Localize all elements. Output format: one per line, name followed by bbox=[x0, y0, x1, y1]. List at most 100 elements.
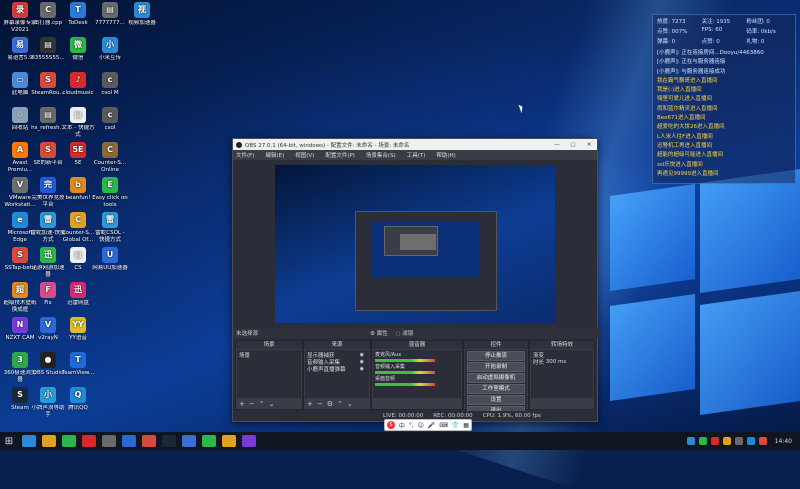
taskbar-app-icon[interactable] bbox=[142, 435, 156, 447]
eye-icon[interactable]: ◉ bbox=[360, 366, 364, 372]
settings-button[interactable]: 设置 bbox=[467, 395, 525, 405]
taskbar: ⊞ 14:40 bbox=[0, 432, 800, 450]
desktop-icon[interactable]: 微微信 bbox=[60, 37, 96, 62]
app-icon: S bbox=[40, 142, 56, 158]
menu-item[interactable]: 配置文件(P) bbox=[325, 151, 355, 159]
ime-button[interactable]: 🎤 bbox=[428, 422, 435, 429]
desktop-icon[interactable]: U 网易UU加速器 bbox=[92, 247, 128, 272]
eye-icon[interactable]: ◉ bbox=[360, 352, 364, 358]
desktop-icon[interactable]: b beanfun! bbox=[60, 177, 96, 202]
desktop-icon[interactable]: 迅迅雷网盘 bbox=[60, 282, 96, 307]
desktop-icon[interactable]: 视视频加速器 bbox=[124, 2, 160, 27]
app-icon: S bbox=[40, 72, 56, 88]
taskbar-app-icon[interactable] bbox=[22, 435, 36, 447]
remove-source-button[interactable]: − bbox=[317, 400, 323, 408]
desktop-icon[interactable]: 5E 5E bbox=[60, 142, 96, 167]
taskbar-app-icon[interactable] bbox=[162, 435, 176, 447]
tray-icon[interactable] bbox=[746, 437, 755, 445]
desktop-icon[interactable]: C Counter-S... Global Of... bbox=[60, 212, 96, 243]
taskbar-app-icon[interactable] bbox=[182, 435, 196, 447]
remove-scene-button[interactable]: − bbox=[249, 400, 255, 408]
taskbar-app-icon[interactable] bbox=[202, 435, 216, 447]
taskbar-app-icon[interactable] bbox=[242, 435, 256, 447]
scene-item[interactable]: 场景 bbox=[239, 351, 299, 359]
desktop-icon[interactable]: C Counter-S... Online bbox=[92, 142, 128, 173]
clock[interactable]: 14:40 bbox=[775, 438, 792, 445]
desktop-icon-label: 雷蛇CSOL - 快捷方式 bbox=[95, 230, 125, 243]
tray-icon[interactable] bbox=[698, 437, 707, 445]
desktop-icon[interactable]: c csol M bbox=[92, 72, 128, 97]
source-settings-icon[interactable]: ⚙ bbox=[327, 400, 333, 408]
desktop-icon-label: Counter-S... Online bbox=[93, 160, 127, 173]
volume-meter[interactable] bbox=[375, 359, 435, 362]
tray-icon[interactable] bbox=[722, 437, 731, 445]
desktop-icon[interactable]: E Easy click on tools bbox=[92, 177, 128, 208]
desktop-icon[interactable]: T ToDesk bbox=[60, 2, 96, 27]
obs-titlebar[interactable]: OBS 27.0.1 (64-bit, windows) - 配置文件: 未命名… bbox=[233, 139, 597, 150]
desktop-icon[interactable]: YY YY语音 bbox=[60, 317, 96, 342]
move-down-button[interactable]: ⌄ bbox=[269, 400, 275, 408]
app-icon: ♪ bbox=[70, 72, 86, 88]
taskbar-app-icon[interactable] bbox=[102, 435, 116, 447]
virtual-camera-button[interactable]: 启动虚拟摄像机 bbox=[467, 373, 525, 383]
properties-button[interactable]: ⚙ 属性 bbox=[370, 329, 388, 337]
windows-start-icon[interactable]: ⊞ bbox=[0, 432, 18, 450]
studio-mode-button[interactable]: 工作室模式 bbox=[467, 384, 525, 394]
app-icon: 超 bbox=[12, 282, 28, 298]
tray-icon[interactable] bbox=[710, 437, 719, 445]
ime-button[interactable]: ⌨ bbox=[439, 422, 448, 429]
menu-item[interactable]: 场景集合(S) bbox=[366, 151, 396, 159]
taskbar-app-icon[interactable] bbox=[122, 435, 136, 447]
menu-item[interactable]: 文件(F) bbox=[236, 151, 254, 159]
app-icon: ▤ bbox=[40, 37, 56, 53]
duration-field[interactable]: 时长 300 ms bbox=[533, 358, 591, 366]
ime-button[interactable]: ☺ bbox=[418, 422, 424, 429]
eye-icon[interactable]: ◉ bbox=[360, 359, 364, 365]
stop-streaming-button[interactable]: 停止推流 bbox=[467, 351, 525, 361]
add-scene-button[interactable]: + bbox=[239, 400, 245, 408]
ime-button[interactable]: ▦ bbox=[463, 422, 469, 429]
desktop-icon-label: 文本 - 快捷方式 bbox=[61, 125, 95, 138]
volume-meter[interactable] bbox=[375, 383, 435, 386]
minimize-button[interactable]: — bbox=[549, 142, 565, 148]
filters-button[interactable]: ◌ 滤镜 bbox=[396, 329, 414, 337]
move-down-button[interactable]: ⌄ bbox=[347, 400, 353, 408]
desktop-icon[interactable]: c csol bbox=[92, 107, 128, 132]
desktop-icon[interactable]: 小小米互传 bbox=[92, 37, 128, 62]
tray-icon[interactable] bbox=[758, 437, 767, 445]
obs-window[interactable]: OBS 27.0.1 (64-bit, windows) - 配置文件: 未命名… bbox=[232, 138, 600, 422]
desktop-icon[interactable]: 雷雷蛇CSOL - 快捷方式 bbox=[92, 212, 128, 243]
taskbar-app-icon[interactable] bbox=[222, 435, 236, 447]
desktop-icon[interactable]: ▤ 文本 - 快捷方式 bbox=[60, 107, 96, 138]
ime-button[interactable]: °, bbox=[409, 422, 414, 429]
desktop-icon[interactable]: ▤ 7777777... bbox=[92, 2, 128, 27]
volume-meter[interactable] bbox=[375, 371, 435, 374]
move-up-button[interactable]: ⌃ bbox=[259, 400, 265, 408]
obs-preview[interactable] bbox=[275, 165, 555, 323]
source-item[interactable]: 小鹿声直播弹幕 ◉ bbox=[307, 365, 367, 373]
maximize-button[interactable]: ▢ bbox=[565, 142, 581, 148]
menu-item[interactable]: 帮助(H) bbox=[436, 151, 455, 159]
ime-button[interactable]: S bbox=[386, 421, 395, 429]
taskbar-app-icon[interactable] bbox=[82, 435, 96, 447]
app-icon: b bbox=[70, 177, 86, 193]
add-source-button[interactable]: + bbox=[307, 400, 313, 408]
ime-toolbar[interactable]: S 中 °, ☺ 🎤 ⌨ 👕 ▦ bbox=[384, 419, 472, 431]
desktop-icon[interactable]: ♪ cloudmusic bbox=[60, 72, 96, 97]
close-button[interactable]: ✕ bbox=[581, 142, 597, 148]
desktop-icon[interactable]: T TeamView... bbox=[60, 352, 96, 377]
ime-button[interactable]: 中 bbox=[399, 421, 405, 430]
start-recording-button[interactable]: 开始录制 bbox=[467, 362, 525, 372]
tray-icon[interactable] bbox=[734, 437, 743, 445]
ime-button[interactable]: 👕 bbox=[452, 422, 459, 429]
menu-item[interactable]: 工具(T) bbox=[407, 151, 426, 159]
app-icon: ● bbox=[40, 352, 56, 368]
desktop-icon[interactable]: ▤ CS bbox=[60, 247, 96, 272]
menu-item[interactable]: 编辑(E) bbox=[265, 151, 284, 159]
taskbar-app-icon[interactable] bbox=[42, 435, 56, 447]
tray-icon[interactable] bbox=[686, 437, 695, 445]
menu-item[interactable]: 视图(V) bbox=[295, 151, 314, 159]
taskbar-app-icon[interactable] bbox=[62, 435, 76, 447]
desktop-icon[interactable]: Q 腾讯QQ bbox=[60, 387, 96, 412]
move-up-button[interactable]: ⌃ bbox=[337, 400, 343, 408]
